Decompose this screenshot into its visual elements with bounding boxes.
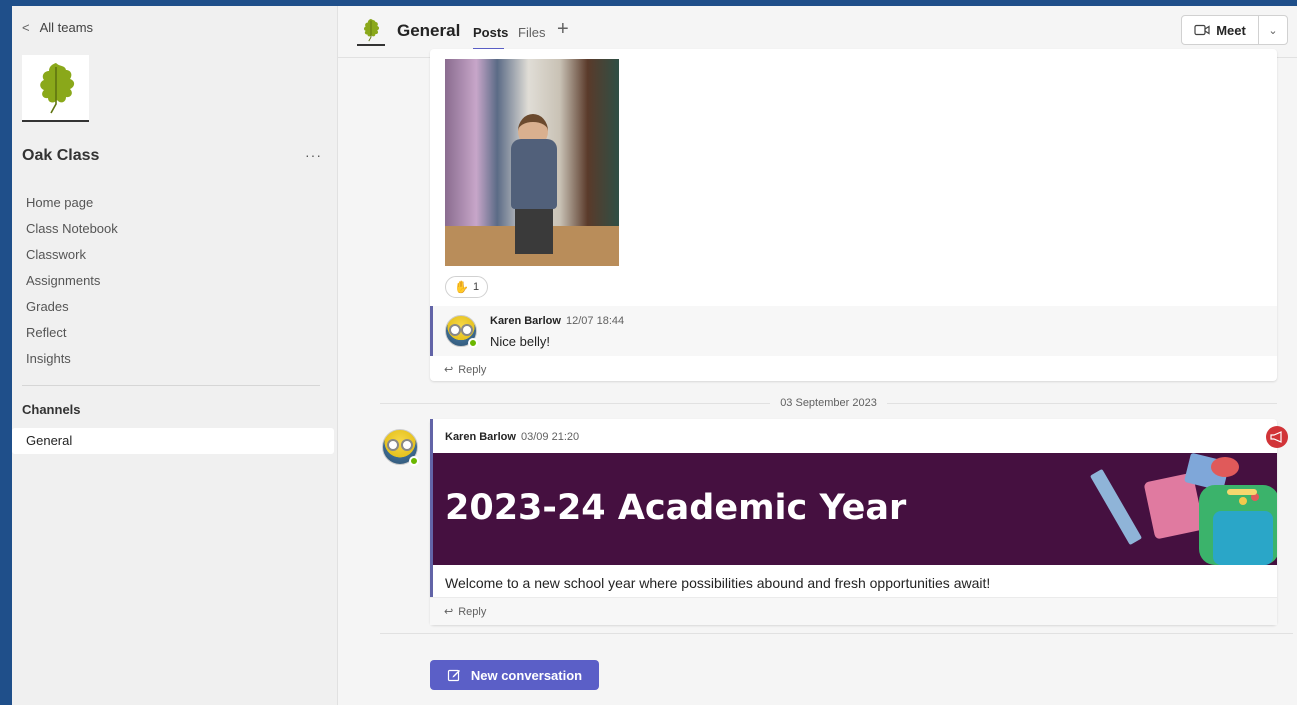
date-separator: 03 September 2023 [380, 396, 1278, 410]
reaction-count: 1 [472, 281, 480, 293]
nav-item-home-page[interactable]: Home page [26, 194, 118, 220]
announcement-post-card: Karen Barlow 03/09 21:20 2023-24 Academi… [430, 419, 1277, 625]
team-sidebar: < All teams Oak Class ··· Home page Clas… [12, 6, 338, 705]
reply-button[interactable]: ↩ Reply [444, 605, 487, 619]
new-conversation-button[interactable]: New conversation [430, 660, 599, 690]
oak-leaf-icon [364, 18, 380, 42]
presence-available-icon [409, 456, 419, 466]
oak-leaf-icon [39, 62, 74, 113]
nav-item-grades[interactable]: Grades [26, 298, 118, 324]
avatar-eye [387, 439, 399, 451]
photo-subject-body [511, 139, 557, 209]
photo-subject-legs [515, 209, 553, 254]
channel-item-general[interactable]: General [12, 428, 334, 454]
channel-title: General [397, 21, 461, 40]
announcement-megaphone-icon [1266, 426, 1288, 448]
reply-author[interactable]: Karen Barlow [490, 315, 561, 327]
nav-item-class-notebook[interactable]: Class Notebook [26, 220, 118, 246]
avatar-eye [461, 324, 473, 336]
new-conversation-label: New conversation [470, 667, 583, 683]
feed-scrollbar[interactable] [1293, 58, 1297, 705]
app-window: < All teams Oak Class ··· Home page Clas… [12, 6, 1297, 705]
school-supplies-illustration [1090, 453, 1277, 565]
team-nav-list: Home page Class Notebook Classwork Assig… [26, 194, 118, 376]
reply-arrow-icon: ↩ [444, 364, 454, 376]
meet-button[interactable]: Meet [1181, 15, 1259, 45]
megaphone-glyph [1270, 431, 1282, 443]
channel-team-icon [357, 16, 385, 46]
nav-item-reflect[interactable]: Reflect [26, 324, 118, 350]
announcement-banner: 2023-24 Academic Year [433, 453, 1277, 565]
date-separator-line [380, 402, 771, 404]
post-timestamp: 03/09 21:20 [521, 431, 580, 443]
nav-item-insights[interactable]: Insights [26, 350, 118, 376]
video-camera-icon [1194, 24, 1210, 36]
meet-options-dropdown[interactable]: ⌄ [1258, 15, 1288, 45]
sidebar-divider [22, 385, 320, 386]
reply-text: Nice belly! [490, 334, 550, 349]
avatar-eye [449, 324, 461, 336]
announcement-title: 2023-24 Academic Year [445, 488, 907, 528]
thumbs-up-icon: ✋ [454, 280, 469, 294]
post-card: ✋ 1 Karen Barlow 12/07 18:44 Nice belly!… [430, 49, 1277, 381]
reply-button[interactable]: ↩ Reply [444, 363, 487, 377]
team-more-options-button[interactable]: ··· [305, 147, 322, 163]
tab-posts[interactable]: Posts [473, 25, 508, 40]
post-author[interactable]: Karen Barlow [445, 431, 516, 443]
announcement-body: Welcome to a new school year where possi… [445, 575, 991, 591]
reply-label: Reply [458, 605, 487, 618]
team-name: Oak Class [22, 147, 100, 164]
team-logo [22, 55, 89, 122]
date-separator-line [886, 402, 1278, 404]
reaction-badge[interactable]: ✋ 1 [445, 276, 489, 298]
all-teams-label: All teams [39, 20, 94, 35]
compose-icon [447, 669, 460, 682]
chevron-down-icon: ⌄ [1268, 24, 1278, 37]
reply-label: Reply [458, 363, 487, 376]
nav-item-classwork[interactable]: Classwork [26, 246, 118, 272]
add-tab-button[interactable]: + [557, 18, 569, 41]
nav-item-assignments[interactable]: Assignments [26, 272, 118, 298]
avatar[interactable] [382, 429, 419, 466]
post-photo[interactable] [445, 59, 619, 266]
avatar[interactable] [445, 315, 478, 348]
chevron-left-icon: < [22, 20, 30, 35]
reply-bar: ↩ Reply [430, 597, 1277, 625]
date-separator-label: 03 September 2023 [780, 397, 877, 409]
channels-heading: Channels [22, 402, 81, 417]
avatar-eye [401, 439, 413, 451]
presence-available-icon [468, 338, 478, 348]
all-teams-link[interactable]: < All teams [22, 20, 93, 35]
meet-label: Meet [1216, 22, 1246, 38]
conversation-feed[interactable]: ✋ 1 Karen Barlow 12/07 18:44 Nice belly!… [338, 49, 1297, 705]
feed-divider [380, 633, 1297, 634]
reply-arrow-icon: ↩ [444, 606, 454, 618]
reply-message: Karen Barlow 12/07 18:44 Nice belly! [430, 306, 1277, 356]
reply-timestamp: 12/07 18:44 [566, 315, 625, 327]
tab-files[interactable]: Files [518, 25, 545, 40]
